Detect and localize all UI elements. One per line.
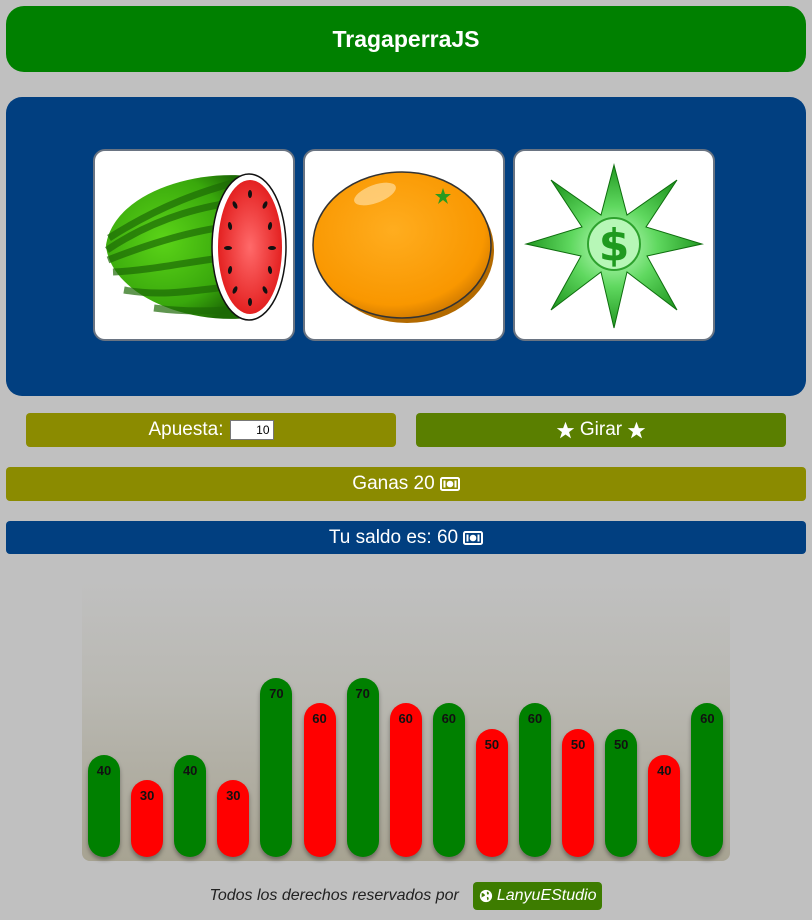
star-icon [627, 421, 646, 438]
history-bar-label: 60 [441, 711, 457, 727]
history-bar: 60 [691, 703, 724, 857]
win-text: Ganas 20 [352, 473, 435, 494]
history-bar: 70 [260, 677, 293, 857]
history-bar-label: 30 [139, 788, 155, 804]
money-bill-icon [439, 477, 460, 491]
reel-1 [93, 149, 295, 341]
history-bar-label: 60 [527, 711, 543, 727]
history-bar: 60 [389, 703, 422, 857]
history-bar: 50 [605, 729, 638, 857]
orange-icon [312, 171, 494, 323]
history-bar-label: 50 [613, 737, 629, 752]
history-bar: 60 [432, 703, 465, 857]
history-bar: 40 [88, 754, 120, 857]
star-icon [556, 421, 575, 438]
history-bar-label: 40 [96, 762, 112, 778]
history-bar: 50 [562, 729, 595, 857]
history-bar-label: 60 [312, 711, 327, 727]
history-bar: 60 [519, 703, 551, 857]
footer-text: Todos los derechos reservados por [209, 887, 459, 904]
dollar-star-icon: $ [524, 163, 704, 329]
footer: Todos los derechos reservados por LanyuE… [0, 880, 812, 912]
bet-input[interactable] [229, 420, 274, 440]
reel-3: $ [513, 149, 715, 341]
history-bar-label: 60 [700, 711, 715, 727]
history-bar: 30 [217, 780, 250, 857]
bet-box: Apuesta: [26, 413, 396, 447]
history-bar-label: 70 [269, 685, 284, 701]
title-bar: TragaperraJS [6, 6, 806, 72]
watermelon-icon [105, 173, 287, 321]
balance-banner: Tu saldo es: 60 [6, 521, 806, 554]
globe-icon [479, 889, 492, 903]
money-bill-icon [463, 530, 484, 545]
slot-machine: $ [6, 97, 806, 396]
history-bar: 30 [131, 780, 164, 857]
win-banner: Ganas 20 [6, 467, 806, 501]
bet-label: Apuesta: [148, 419, 224, 440]
spin-button[interactable]: Girar [416, 413, 786, 447]
app-title: TragaperraJS [332, 25, 480, 52]
reel-2 [303, 149, 505, 341]
history-bar-label: 60 [398, 711, 413, 727]
history-bar-label: 50 [570, 737, 586, 752]
history-bar: 70 [346, 677, 379, 857]
history-bar-label: 30 [226, 788, 241, 804]
spin-label: Girar [579, 419, 623, 440]
history-bar: 50 [475, 729, 508, 857]
history-bar: 60 [303, 703, 336, 857]
studio-name: LanyuEStudio [496, 887, 597, 904]
balance-text: Tu saldo es: 60 [328, 526, 459, 548]
history-bar: 40 [648, 754, 681, 857]
history-bar: 40 [174, 754, 207, 857]
history-bar-label: 70 [355, 685, 370, 701]
svg-text:$: $ [599, 220, 630, 271]
history-bar-label: 40 [657, 762, 672, 778]
history-chart: 40 30 40 30 70 60 70 60 60 50 60 50 50 40 60 [82, 580, 730, 861]
history-bar-label: 50 [484, 737, 500, 752]
history-bar-label: 40 [182, 762, 198, 778]
studio-link[interactable]: LanyuEStudio [472, 882, 603, 910]
